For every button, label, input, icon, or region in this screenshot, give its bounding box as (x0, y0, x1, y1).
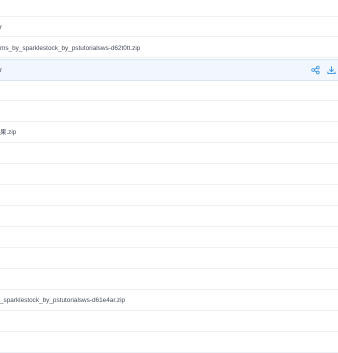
file-row-selected[interactable]: r (0, 59, 338, 81)
file-name: r (0, 67, 3, 74)
file-name: 果.zip (0, 129, 17, 136)
file-name: ms_by_sparklestock_by_pstutorialsws-d62t… (0, 45, 141, 52)
file-name: _sparklestock_by_pstutorialsws-d61e4ar.z… (0, 297, 126, 304)
file-row[interactable] (0, 165, 338, 185)
file-row[interactable] (0, 186, 338, 206)
file-row[interactable]: r (0, 17, 338, 37)
file-row[interactable] (0, 0, 338, 17)
file-row[interactable]: 果.zip (0, 123, 338, 143)
file-row[interactable] (0, 207, 338, 227)
file-row[interactable]: _sparklestock_by_pstutorialsws-d61e4ar.z… (0, 291, 338, 311)
file-row[interactable] (0, 333, 338, 353)
file-row[interactable] (0, 81, 338, 101)
file-row[interactable] (0, 312, 338, 332)
row-actions (311, 65, 336, 75)
file-row[interactable] (0, 102, 338, 122)
file-row[interactable] (0, 249, 338, 269)
file-row[interactable]: ms_by_sparklestock_by_pstutorialsws-d62t… (0, 38, 338, 58)
share-icon[interactable] (311, 65, 320, 75)
file-row[interactable] (0, 228, 338, 248)
file-name: r (0, 24, 3, 31)
download-icon[interactable] (327, 66, 336, 75)
file-row[interactable] (0, 270, 338, 290)
file-row[interactable] (0, 144, 338, 164)
file-list: r ms_by_sparklestock_by_pstutorialsws-d6… (0, 0, 338, 353)
